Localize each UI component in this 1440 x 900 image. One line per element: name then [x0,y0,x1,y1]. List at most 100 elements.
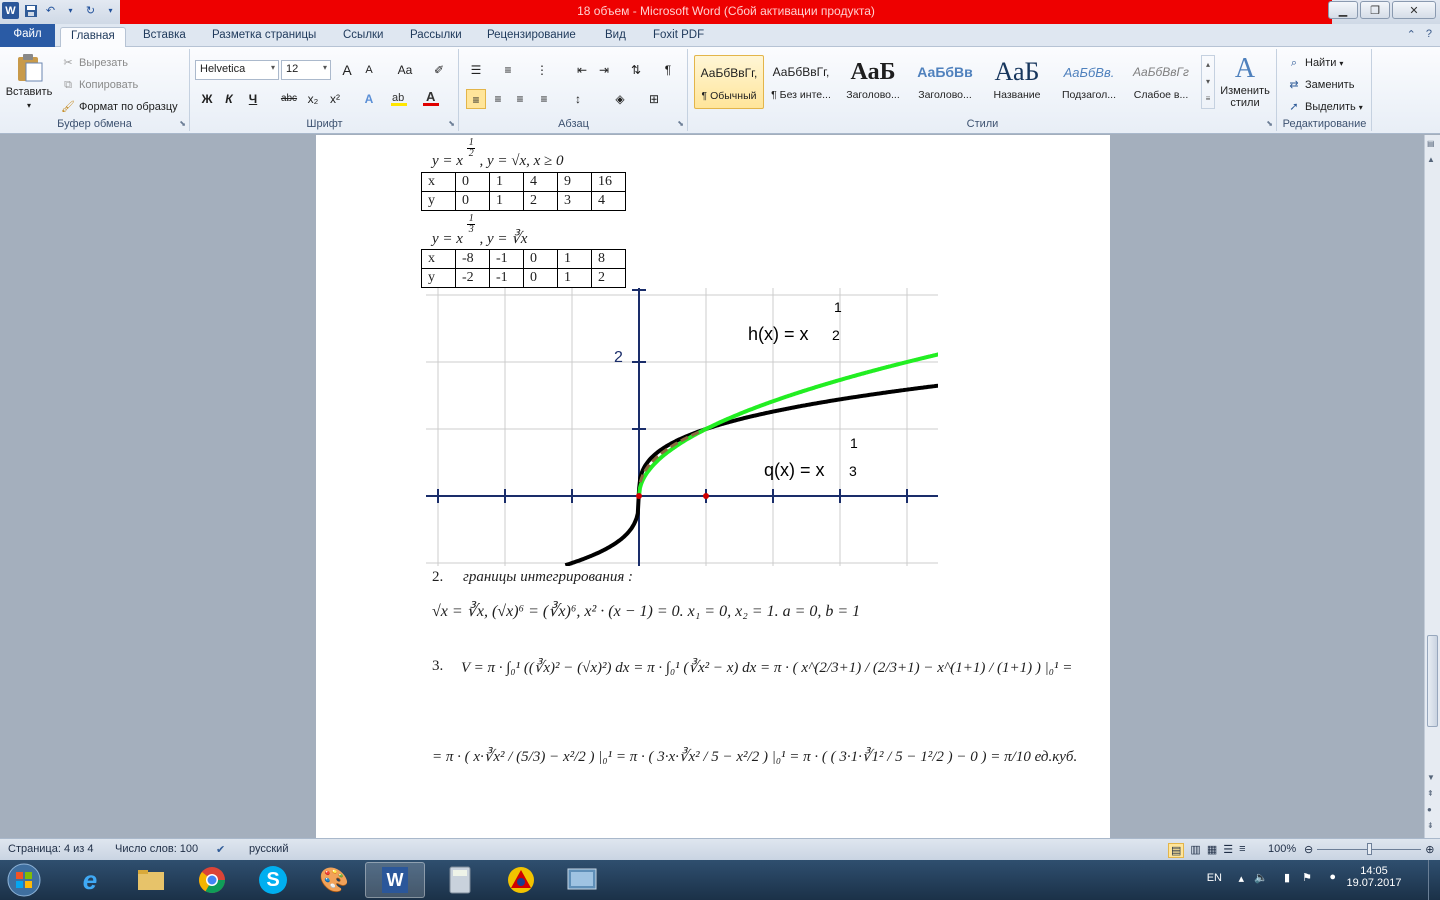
word-icon[interactable]: W [365,862,425,898]
style-title[interactable]: АаБ Название [982,55,1052,109]
paint-icon[interactable]: 🎨 [304,862,364,898]
change-case-button[interactable]: Aa [391,60,419,80]
action-center-icon[interactable]: ⚑ [1302,871,1312,884]
cut-button[interactable]: ✂ Вырезать [60,55,128,71]
calculator-icon[interactable] [430,862,490,898]
zoom-out-icon[interactable]: ⊖ [1304,843,1313,856]
dialog-launcher-icon[interactable]: ⬊ [179,119,186,128]
chrome-icon[interactable] [182,862,242,898]
numbering-icon[interactable]: ≡ [498,60,518,80]
find-button[interactable]: ⌕ Найти ▾ [1286,55,1344,71]
multilevel-list-icon[interactable]: ⋮ [532,60,552,80]
underline-button[interactable]: Ч [243,89,263,109]
screen-icon[interactable] [552,862,612,898]
show-marks-icon[interactable]: ¶ [658,60,678,80]
zoom-level[interactable]: 100% [1268,843,1296,855]
input-language[interactable]: EN [1207,872,1222,884]
tray-app-icon[interactable]: ● [1329,871,1336,883]
tab-mailings[interactable]: Рассылки [400,27,472,47]
start-button[interactable] [4,862,44,898]
proofing-icon[interactable]: ✔ [216,843,225,856]
document-page[interactable]: y = x 1 2 , y = √x, x ≥ 0 x 0 1 4 9 16 y 0 1 2 3 4 … [316,135,1110,838]
align-center-icon[interactable]: ≡ [488,89,508,109]
tab-view[interactable]: Вид [595,27,636,47]
show-hidden-icons[interactable]: ▴ [1238,872,1244,885]
borders-icon[interactable]: ⊞ [644,89,664,109]
draft-icon[interactable]: ≡ [1239,843,1245,858]
bold-button[interactable]: Ж [197,89,217,109]
shrink-font-button[interactable]: A [359,60,379,80]
network-icon[interactable]: ▮ [1284,871,1290,884]
help-icon[interactable]: ? [1426,28,1432,41]
print-layout-icon[interactable]: ▤ [1168,843,1185,858]
tab-file[interactable]: Файл [0,24,55,47]
next-page-icon[interactable]: ⇟ [1427,821,1434,830]
word-logo-icon[interactable]: W [2,2,19,19]
font-size-combo[interactable]: 12 ▾ [281,60,331,80]
function-graph[interactable]: 2 h(x) = x 1 2 q(x) = x 1 3 [426,288,938,566]
highlight-icon[interactable]: ab [389,89,409,109]
tab-foxit-pdf[interactable]: Foxit PDF [643,27,714,47]
app-icon[interactable] [491,862,551,898]
vertical-scrollbar[interactable]: ▤ ▲ ▼ ⇞ ● ⇟ [1424,135,1440,838]
decrease-indent-icon[interactable]: ⇤ [572,60,592,80]
ie-icon[interactable]: e [60,862,120,898]
shading-icon[interactable]: ◈ [610,89,630,109]
full-screen-icon[interactable]: ▥ [1190,843,1200,858]
tab-page-layout[interactable]: Разметка страницы [202,27,326,47]
change-styles-button[interactable]: A Изменить стили [1217,53,1273,109]
show-desktop-button[interactable] [1428,860,1440,900]
tab-home[interactable]: Главная [60,27,126,47]
customize-qat-icon[interactable]: ▾ [102,2,119,19]
format-painter-button[interactable]: 🖌 Формат по образцу [60,99,178,115]
language-indicator[interactable]: русский [249,843,288,855]
align-right-icon[interactable]: ≡ [510,89,530,109]
font-name-combo[interactable]: Helvetica ▾ [195,60,279,80]
dialog-launcher-icon[interactable]: ⬊ [1266,119,1273,128]
close-button[interactable]: ✕ [1392,1,1436,19]
zoom-in-icon[interactable]: ⊕ [1425,843,1434,856]
tab-references[interactable]: Ссылки [333,27,394,47]
replace-button[interactable]: ⇄ Заменить [1286,77,1354,93]
redo-icon[interactable]: ↻ [82,2,99,19]
page-counter[interactable]: Страница: 4 из 4 [8,843,94,855]
previous-page-icon[interactable]: ⇞ [1427,789,1434,798]
tab-insert[interactable]: Вставка [133,27,196,47]
zoom-slider[interactable]: ⊖ ⊕ [1304,843,1434,856]
text-effects-icon[interactable]: A [359,89,379,109]
style-subtle-emphasis[interactable]: АаБбВвГг Слабое в... [1126,55,1196,109]
bullets-icon[interactable]: ☰ [466,60,486,80]
explorer-icon[interactable] [121,862,181,898]
paste-button[interactable]: Вставить ▾ [6,53,52,110]
increase-indent-icon[interactable]: ⇥ [594,60,614,80]
dialog-launcher-icon[interactable]: ⬊ [677,119,684,128]
style-normal[interactable]: АаБбВвГг, ¶ Обычный [694,55,764,109]
line-spacing-icon[interactable]: ↕ [568,89,588,109]
outline-icon[interactable]: ☰ [1223,843,1233,858]
align-left-icon[interactable]: ≡ [466,89,486,109]
copy-button[interactable]: ⧉ Копировать [60,77,138,93]
scroll-thumb[interactable] [1427,635,1438,727]
grow-font-button[interactable]: A [337,60,357,80]
tab-review[interactable]: Рецензирование [477,27,586,47]
web-layout-icon[interactable]: ▦ [1207,843,1217,858]
font-color-icon[interactable]: A [421,89,441,109]
scroll-down-icon[interactable]: ▼ [1427,773,1435,782]
strikethrough-button[interactable]: abc [277,89,301,109]
style-no-spacing[interactable]: АаБбВвГг, ¶ Без инте... [766,55,836,109]
collapse-ribbon-icon[interactable]: ⌃ [1407,28,1416,41]
ruler-toggle-icon[interactable]: ▤ [1427,139,1435,148]
sort-icon[interactable]: ⇅ [626,60,646,80]
browse-object-icon[interactable]: ● [1427,805,1432,814]
volume-icon[interactable]: 🔈 [1254,871,1268,884]
style-heading-2[interactable]: АаБбВв Заголово... [910,55,980,109]
style-heading-1[interactable]: АаБ Заголово... [838,55,908,109]
style-subtitle[interactable]: АаБбВв. Подзагол... [1054,55,1124,109]
maximize-button[interactable]: ❐ [1360,1,1390,19]
zoom-thumb[interactable] [1367,843,1373,855]
select-button[interactable]: ➚ Выделить ▾ [1286,99,1362,115]
justify-icon[interactable]: ≡ [534,89,554,109]
subscript-button[interactable]: x₂ [303,89,323,109]
undo-icon[interactable]: ↶ [42,2,59,19]
superscript-button[interactable]: x² [325,89,345,109]
